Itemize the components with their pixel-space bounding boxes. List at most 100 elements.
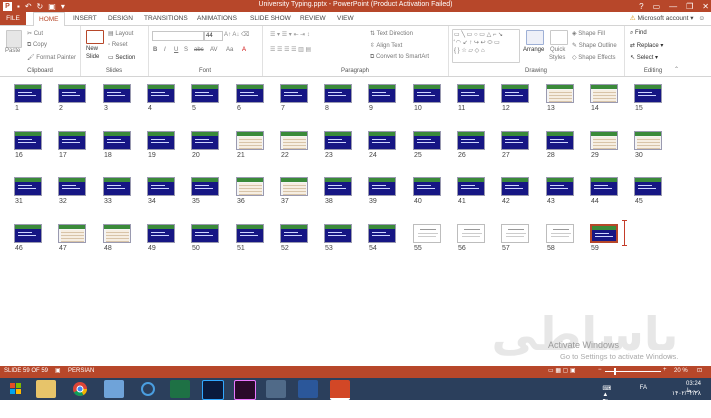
outlook-icon[interactable] <box>104 380 124 398</box>
tab-file[interactable]: FILE <box>0 12 26 25</box>
cut-button[interactable]: ✂ Cut <box>27 30 43 37</box>
smartart-button[interactable]: ⧉ Convert to SmartArt <box>370 54 429 61</box>
strikethrough-button[interactable]: abc <box>194 47 204 53</box>
slide-thumbnail[interactable] <box>324 84 352 103</box>
account-area[interactable]: ⚠ Microsoft account ▾ ☺ <box>630 12 705 25</box>
slide-thumbnail[interactable] <box>457 84 485 103</box>
slide-thumbnail[interactable] <box>546 131 574 150</box>
word-icon[interactable] <box>298 380 318 398</box>
language-indicator[interactable]: PERSIAN <box>68 368 94 374</box>
present-icon[interactable]: ▣ <box>48 2 56 11</box>
paste-button[interactable]: Paste <box>5 48 20 54</box>
slide-thumbnail[interactable] <box>14 177 42 196</box>
minimize-icon[interactable]: — <box>669 2 677 11</box>
slide-thumbnail[interactable] <box>501 131 529 150</box>
smiley-icon[interactable]: ☺ <box>698 15 705 22</box>
slide-thumbnail[interactable] <box>58 131 86 150</box>
zoom-in-icon[interactable]: + <box>663 367 667 373</box>
save-icon[interactable]: ▪ <box>17 2 20 11</box>
slide-thumbnail[interactable] <box>14 84 42 103</box>
slide-thumbnail[interactable] <box>236 84 264 103</box>
view-buttons-icon[interactable]: ▭ ▦ ▢ ▣ <box>548 367 576 374</box>
clock-date[interactable]: ۱۴۰۲/۰۲/۲۸ <box>672 390 701 397</box>
slide-thumbnail[interactable] <box>191 131 219 150</box>
slide-thumbnail[interactable] <box>236 177 264 196</box>
arrange-icon[interactable] <box>526 30 544 45</box>
slide-thumbnail[interactable] <box>147 84 175 103</box>
slide-thumbnail[interactable] <box>590 224 618 243</box>
arrange-button[interactable]: Arrange <box>523 47 544 53</box>
excel-icon[interactable] <box>170 380 190 398</box>
slide-thumbnail[interactable] <box>501 84 529 103</box>
align-text-button[interactable]: ⇳ Align Text <box>370 42 402 49</box>
slide-thumbnail[interactable] <box>634 177 662 196</box>
slide-thumbnail[interactable] <box>147 224 175 243</box>
undo-icon[interactable]: ↶ <box>25 2 32 11</box>
chat-icon[interactable] <box>266 380 286 398</box>
chrome-icon[interactable] <box>70 380 90 398</box>
shadow-button[interactable]: S <box>184 47 188 53</box>
slide-thumbnail[interactable] <box>58 84 86 103</box>
slide-thumbnail[interactable] <box>546 224 574 243</box>
zoom-level[interactable]: 20 % <box>674 368 688 374</box>
change-case-button[interactable]: Aa <box>226 47 233 53</box>
slide-thumbnail[interactable] <box>58 177 86 196</box>
slide-thumbnail[interactable] <box>280 224 308 243</box>
new-slide-label-1[interactable]: New <box>86 46 98 52</box>
slide-thumbnail[interactable] <box>280 84 308 103</box>
slide-thumbnail[interactable] <box>546 177 574 196</box>
new-slide-icon[interactable] <box>86 30 104 44</box>
slide-thumbnail[interactable] <box>368 224 396 243</box>
slide-thumbnail[interactable] <box>103 84 131 103</box>
slide-thumbnail[interactable] <box>634 131 662 150</box>
char-spacing-button[interactable]: AV <box>210 47 218 53</box>
customize-icon[interactable]: ▾ <box>61 2 65 11</box>
align-buttons-icon[interactable]: ☰ ☰ ☰ ☰ ▥ ▤ <box>270 46 311 53</box>
ribbon-display-icon[interactable]: ▭ <box>653 2 661 11</box>
slide-thumbnail[interactable] <box>14 224 42 243</box>
slide-thumbnail[interactable] <box>324 177 352 196</box>
zoom-slider-thumb[interactable] <box>614 368 616 375</box>
restore-icon[interactable]: ❐ <box>686 2 693 11</box>
slide-thumbnail[interactable] <box>634 84 662 103</box>
slide-thumbnail[interactable] <box>413 84 441 103</box>
slide-thumbnail[interactable] <box>501 177 529 196</box>
slide-thumbnail[interactable] <box>590 84 618 103</box>
slide-thumbnail[interactable] <box>191 177 219 196</box>
new-slide-label-2[interactable]: Slide <box>86 54 99 60</box>
slide-thumbnail[interactable] <box>324 131 352 150</box>
italic-button[interactable]: I <box>164 47 166 53</box>
slide-thumbnail[interactable] <box>280 131 308 150</box>
tab-view[interactable]: VIEW <box>332 12 359 25</box>
format-painter-button[interactable]: 🖌 Format Painter <box>27 54 76 61</box>
slide-thumbnail[interactable] <box>58 224 86 243</box>
quick-styles-icon[interactable] <box>550 30 568 45</box>
slide-thumbnail[interactable] <box>413 224 441 243</box>
fit-slide-icon[interactable]: ⊡ <box>697 367 702 374</box>
text-direction-button[interactable]: ⇅ Text Direction <box>370 30 413 37</box>
tab-slide-show[interactable]: SLIDE SHOW <box>245 12 296 25</box>
explorer-icon[interactable] <box>36 380 56 398</box>
tab-transitions[interactable]: TRANSITIONS <box>139 12 193 25</box>
premiere-icon[interactable] <box>234 380 256 400</box>
paste-icon[interactable] <box>6 30 22 48</box>
tab-home[interactable]: HOME <box>33 12 65 27</box>
sync-icon[interactable] <box>138 380 158 398</box>
slide-thumbnail[interactable] <box>324 224 352 243</box>
slide-thumbnail[interactable] <box>147 131 175 150</box>
tab-design[interactable]: DESIGN <box>103 12 138 25</box>
slide-thumbnail[interactable] <box>191 224 219 243</box>
quick-styles-label-1[interactable]: Quick <box>550 47 565 53</box>
copy-button[interactable]: ⧉ Copy <box>27 42 47 49</box>
start-icon[interactable] <box>6 380 26 398</box>
tab-review[interactable]: REVIEW <box>295 12 331 25</box>
collapse-ribbon-icon[interactable]: ⌃ <box>674 66 679 73</box>
tab-animations[interactable]: ANIMATIONS <box>192 12 242 25</box>
close-icon[interactable]: ✕ <box>702 2 709 11</box>
font-size-box[interactable]: 44 <box>204 31 223 41</box>
slide-thumbnail[interactable] <box>368 84 396 103</box>
slide-thumbnail[interactable] <box>103 177 131 196</box>
slide-thumbnail[interactable] <box>280 177 308 196</box>
font-color-button[interactable]: A <box>242 47 246 53</box>
quick-styles-label-2[interactable]: Styles <box>549 55 565 61</box>
